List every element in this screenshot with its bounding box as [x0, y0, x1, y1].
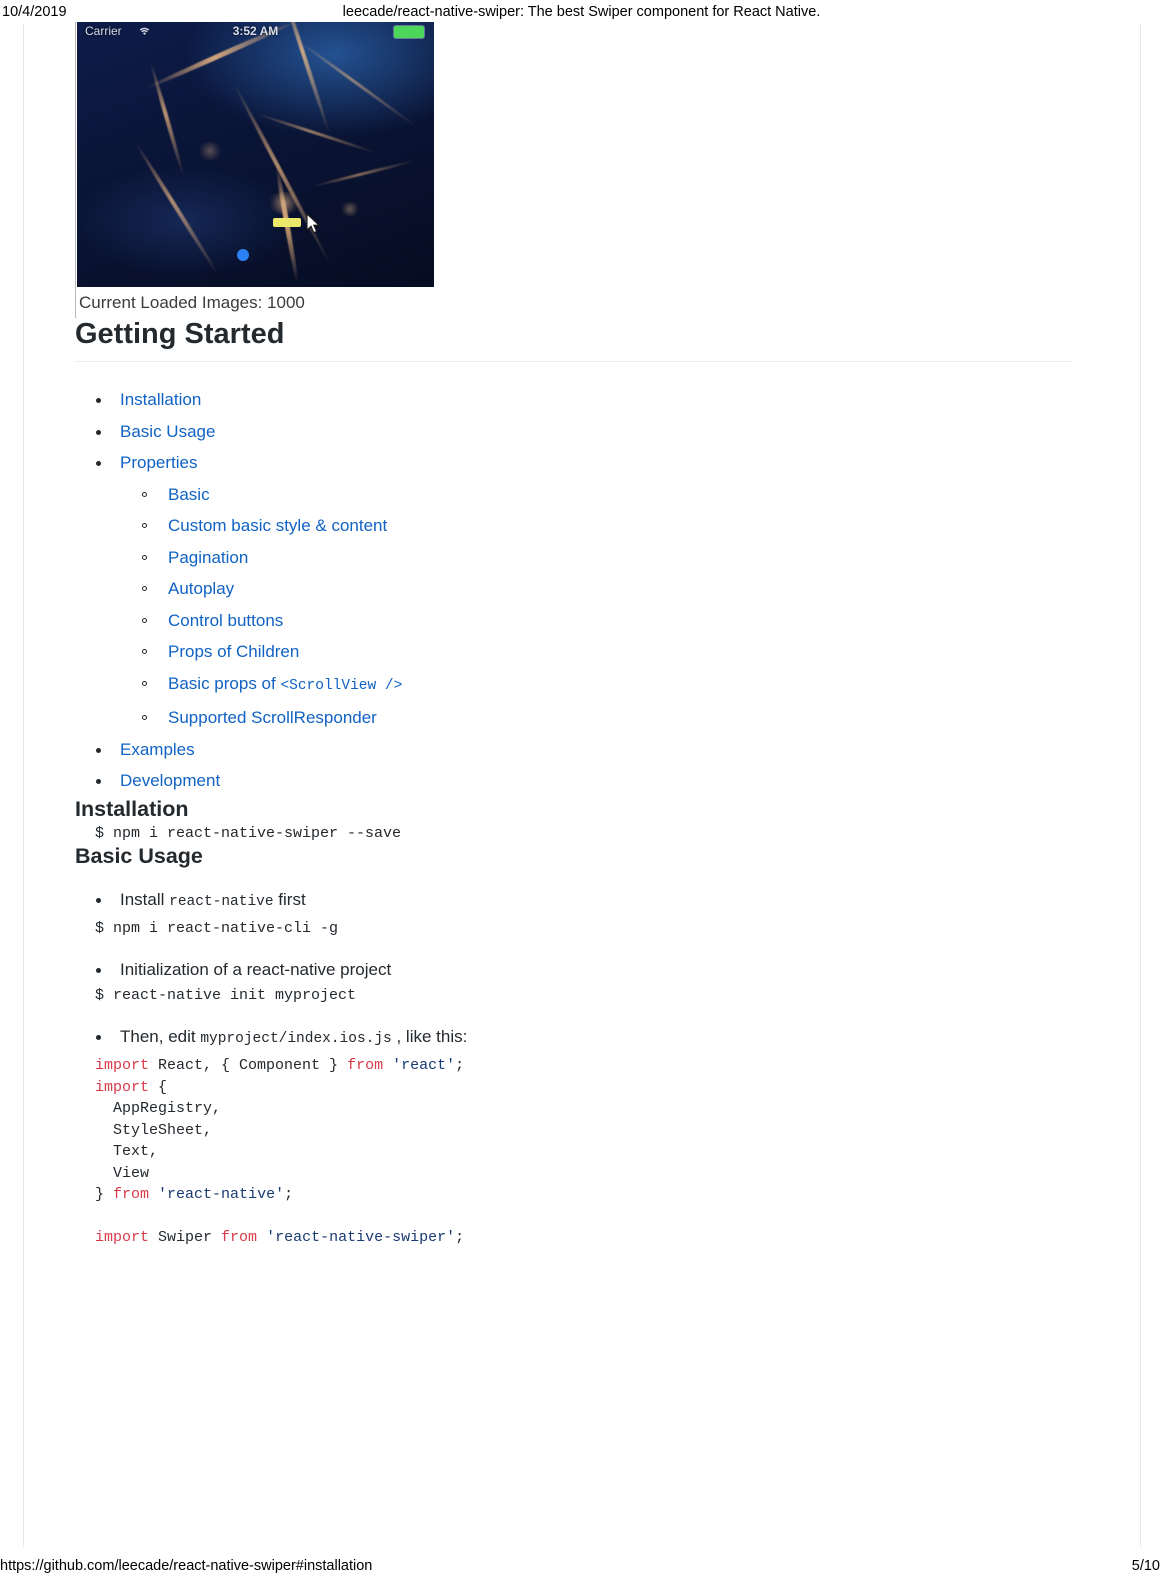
code-token: import: [95, 1057, 150, 1075]
inline-code-react-native: react-native: [169, 893, 274, 910]
code-token: import: [95, 1078, 150, 1096]
inline-code-index-ios-js: myproject/index.ios.js: [200, 1030, 392, 1047]
print-footer: https://github.com/leecade/react-native-…: [0, 1555, 1163, 1577]
code-token: ;: [455, 1057, 465, 1075]
code-token: ;: [455, 1229, 465, 1247]
code-token: import: [95, 1229, 150, 1247]
code-token: Swiper: [149, 1229, 222, 1247]
toc-item-basic[interactable]: Basic: [120, 479, 1071, 511]
screenshot-caption: Current Loaded Images: 1000: [79, 293, 305, 312]
toc-link-control-buttons[interactable]: Control buttons: [168, 611, 283, 630]
code-token: View: [95, 1164, 150, 1182]
code-token: Text,: [95, 1143, 159, 1161]
print-footer-url: https://github.com/leecade/react-native-…: [0, 1558, 373, 1574]
toc-item-autoplay[interactable]: Autoplay: [120, 573, 1071, 605]
basic-usage-step-3: Then, edit myproject/index.ios.js , like…: [75, 1021, 1071, 1056]
toc-link-basic-props-label: Basic props of: [168, 673, 281, 693]
toc-item-development[interactable]: Development: [75, 765, 1071, 797]
step-text-before: Install: [120, 889, 170, 909]
pagination-dot: [237, 249, 249, 261]
page-rail-right: [1140, 24, 1141, 1547]
code-block-install-cli: $ npm i react-native-cli -g: [95, 920, 339, 938]
toc-link-installation[interactable]: Installation: [120, 390, 201, 409]
toc-sublist-properties: Basic Custom basic style & content Pagin…: [120, 479, 1071, 734]
toc-link-autoplay[interactable]: Autoplay: [168, 579, 234, 598]
toc-item-installation[interactable]: Installation: [75, 384, 1071, 416]
table-of-contents: Installation Basic Usage Properties Basi…: [75, 384, 1071, 797]
toc-link-supported-scrollresponder[interactable]: Supported ScrollResponder: [168, 708, 377, 727]
print-header: 10/4/2019 leecade/react-native-swiper: T…: [0, 0, 1163, 24]
toc-link-development[interactable]: Development: [120, 771, 220, 790]
toc-item-custom-basic-style-content[interactable]: Custom basic style & content: [120, 510, 1071, 542]
inline-code-scrollview: <ScrollView />: [280, 677, 403, 694]
code-token: }: [95, 1186, 114, 1204]
toc-link-basic-props-of-scrollview[interactable]: Basic props of <ScrollView />: [168, 673, 403, 694]
status-bar-time: 3:52 AM: [232, 24, 279, 38]
code-token: from: [221, 1229, 258, 1247]
toc-link-basic-usage[interactable]: Basic Usage: [120, 422, 215, 441]
phone-screen-image: Carrier 3:52 AM: [77, 22, 434, 287]
toc-link-custom-basic-style-content[interactable]: Custom basic style & content: [168, 516, 387, 535]
page-rail-left: [23, 24, 24, 1547]
code-block-javascript-example: import React, { Component } from 'react'…: [75, 1055, 1071, 1249]
phone-status-bar: Carrier 3:52 AM: [77, 22, 434, 42]
code-token: 'react-native': [158, 1186, 285, 1204]
highlight-marker: [273, 218, 301, 227]
code-token: AppRegistry,: [95, 1100, 222, 1118]
code-block-install-command: $ npm i react-native-swiper --save: [95, 824, 402, 842]
print-document-title: leecade/react-native-swiper: The best Sw…: [342, 4, 821, 20]
toc-item-basic-usage[interactable]: Basic Usage: [75, 416, 1071, 448]
simulator-screenshot: Carrier 3:52 AM Current Loaded Images: 1…: [75, 22, 434, 318]
step-text-before: Then, edit: [120, 1026, 201, 1046]
step-text-before: Initialization of a react-native project: [120, 959, 392, 979]
print-footer-page-number: 5/10: [1131, 1558, 1160, 1574]
code-token: ;: [284, 1186, 294, 1204]
basic-usage-step-2: Initialization of a react-native project: [75, 954, 1071, 986]
code-token: StyleSheet,: [95, 1121, 213, 1139]
document-content: Carrier 3:52 AM Current Loaded Images: 1…: [75, 22, 1071, 1249]
toc-item-basic-props-of-scrollview[interactable]: Basic props of <ScrollView />: [120, 668, 1071, 703]
toc-link-properties[interactable]: Properties: [120, 453, 197, 472]
code-token: React, { Component }: [149, 1057, 348, 1075]
heading-basic-usage: Basic Usage: [75, 844, 203, 869]
toc-item-pagination[interactable]: Pagination: [120, 542, 1071, 574]
step-text-after: first: [273, 889, 306, 909]
toc-item-examples[interactable]: Examples: [75, 734, 1071, 766]
basic-usage-step-1: Install react-native first: [75, 884, 1071, 919]
code-token: from: [113, 1186, 150, 1204]
code-block-init-project: $ react-native init myproject: [95, 987, 357, 1005]
toc-link-props-of-children[interactable]: Props of Children: [168, 642, 299, 661]
toc-item-properties[interactable]: Properties Basic Custom basic style & co…: [75, 447, 1071, 734]
list-item: Then, edit myproject/index.ios.js , like…: [75, 1021, 1071, 1056]
code-token: 'react': [392, 1057, 456, 1075]
toc-link-pagination[interactable]: Pagination: [168, 548, 248, 567]
heading-getting-started: Getting Started: [75, 318, 1071, 363]
list-item: Initialization of a react-native project: [75, 954, 1071, 986]
toc-item-control-buttons[interactable]: Control buttons: [120, 605, 1071, 637]
step-text-after: , like this:: [391, 1026, 468, 1046]
toc-link-examples[interactable]: Examples: [120, 740, 195, 759]
code-token: {: [149, 1078, 168, 1096]
code-token: from: [347, 1057, 384, 1075]
code-token: 'react-native-swiper': [266, 1229, 456, 1247]
toc-item-supported-scrollresponder[interactable]: Supported ScrollResponder: [120, 702, 1071, 734]
heading-installation: Installation: [75, 796, 189, 821]
toc-item-props-of-children[interactable]: Props of Children: [120, 636, 1071, 668]
list-item: Install react-native first: [75, 884, 1071, 919]
toc-link-basic[interactable]: Basic: [168, 485, 210, 504]
battery-full-icon: [394, 26, 424, 38]
